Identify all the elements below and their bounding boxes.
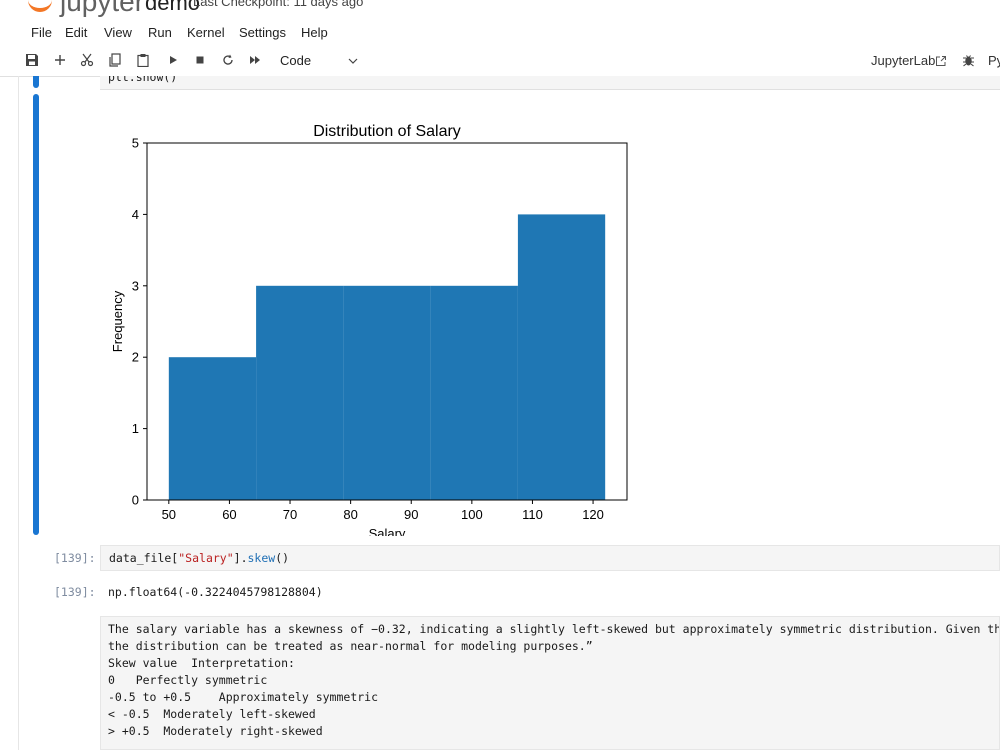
paste-icon[interactable] (136, 53, 150, 67)
x-tick-label: 110 (522, 507, 543, 522)
cell-type-select[interactable]: Code (280, 53, 311, 68)
notebook-panel: plt.show() 50 60 70 80 90 100 110 120 0 1 2 3 4 5 Dist… (0, 76, 1000, 750)
jupyter-logo-icon[interactable] (28, 0, 52, 12)
y-tick-label: 1 (132, 421, 139, 436)
output-line: Skew value Interpretation: (108, 656, 295, 670)
y-axis-label: Frequency (110, 290, 125, 352)
output-line: -0.5 to +0.5 Approximately symmetric (108, 690, 379, 704)
x-tick-label: 100 (461, 507, 483, 522)
output-line: > +0.5 Moderately right-skewed (108, 724, 323, 738)
chart-title: Distribution of Salary (313, 123, 461, 140)
stop-icon[interactable] (193, 53, 207, 67)
y-tick-label: 3 (132, 278, 139, 293)
previous-code-text: plt.show() (108, 76, 178, 84)
histogram-bar (168, 357, 257, 500)
kernel-name[interactable]: Py (988, 53, 1000, 68)
external-link-icon[interactable] (935, 54, 947, 66)
salary-histogram: 50 60 70 80 90 100 110 120 0 1 2 3 4 5 Distribution of… (110, 123, 628, 536)
x-tick-label: 70 (283, 507, 297, 522)
output-line: The salary variable has a skewness of −0… (108, 622, 1000, 636)
input-prompt: [139]: (54, 551, 96, 565)
y-tick-label: 5 (132, 136, 139, 151)
skew-output: np.float64(-0.3224045798128804) (108, 585, 323, 599)
x-tick-label: 50 (162, 507, 176, 522)
x-tick-label: 80 (343, 507, 357, 522)
menu-edit[interactable]: Edit (65, 25, 87, 40)
app-header: jupyter demo Last Checkpoint: 11 days ag… (0, 0, 1000, 18)
y-tick-label: 4 (132, 207, 139, 222)
x-tick-label: 120 (582, 507, 604, 522)
output-line: the distribution can be treated as near-… (108, 639, 593, 653)
collapser-previous-cell[interactable] (33, 76, 39, 88)
run-icon[interactable] (166, 53, 180, 67)
menu-help[interactable]: Help (301, 25, 328, 40)
y-tick-label: 0 (132, 493, 139, 508)
add-cell-icon[interactable] (53, 53, 67, 67)
cut-icon[interactable] (80, 53, 94, 67)
copy-icon[interactable] (108, 53, 122, 67)
notebook-toolbar: Code JupyterLab Py (0, 45, 1000, 77)
menu-settings[interactable]: Settings (239, 25, 286, 40)
menu-kernel[interactable]: Kernel (187, 25, 225, 40)
x-axis-label: Salary (369, 526, 406, 536)
x-tick-label: 90 (404, 507, 418, 522)
histogram-bar (343, 285, 431, 500)
debugger-bug-icon[interactable] (962, 53, 975, 67)
menu-run[interactable]: Run (148, 25, 172, 40)
y-tick-label: 2 (132, 350, 139, 365)
histogram-bar (430, 285, 518, 500)
output-prompt: [139]: (54, 585, 96, 599)
x-tick-label: 60 (222, 507, 236, 522)
previous-code-cell[interactable]: plt.show() (100, 76, 1000, 90)
checkpoint-status: Last Checkpoint: 11 days ago (193, 0, 364, 9)
save-icon[interactable] (25, 53, 39, 67)
interpretation-output: The salary variable has a skewness of −0… (100, 616, 1000, 750)
histogram-bar (256, 285, 344, 500)
panel-divider (18, 76, 19, 750)
open-jupyterlab-link[interactable]: JupyterLab (871, 53, 935, 68)
output-line: 0 Perfectly symmetric (108, 673, 268, 687)
active-cell-collapser[interactable] (33, 94, 39, 535)
histogram-bar (517, 214, 606, 500)
menu-view[interactable]: View (104, 25, 132, 40)
jupyter-wordmark[interactable]: jupyter (60, 0, 144, 18)
output-line: < -0.5 Moderately left-skewed (108, 707, 316, 721)
skew-code-line: data_file["Salary"].skew() (109, 551, 290, 565)
menu-bar: File Edit View Run Kernel Settings Help (0, 18, 1000, 46)
skew-code-cell[interactable]: data_file["Salary"].skew() (100, 545, 1000, 571)
notebook-name[interactable]: demo (145, 0, 200, 16)
run-all-icon[interactable] (248, 53, 262, 67)
menu-file[interactable]: File (31, 25, 52, 40)
restart-icon[interactable] (221, 53, 235, 67)
chevron-down-icon[interactable] (347, 54, 359, 66)
